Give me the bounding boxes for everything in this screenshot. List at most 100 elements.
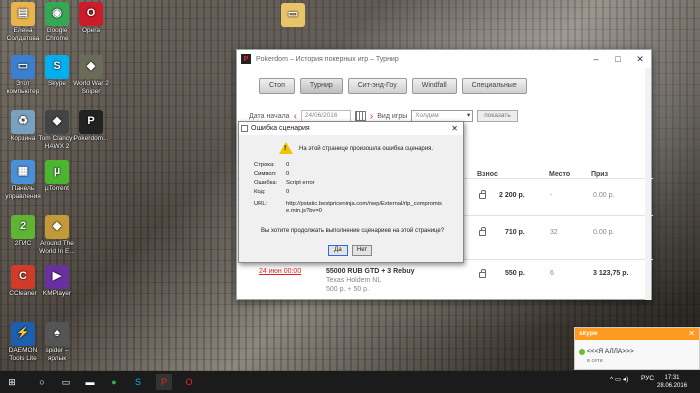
- tab-stop[interactable]: Стоп: [259, 78, 295, 94]
- error-message: На этой странице произошла ошибка сценар…: [299, 146, 434, 152]
- desktop-shortcut[interactable]: ♠ spider – ярлык: [34, 322, 80, 362]
- tab-special[interactable]: Специальные: [461, 78, 527, 94]
- desktop-shortcut[interactable]: P Pokerdom...: [68, 110, 114, 143]
- shortcut-label: Pokerdom...: [73, 135, 109, 142]
- start-date-label: Дата начала: [249, 112, 290, 120]
- clock[interactable]: 17:31 28.06.2016: [657, 374, 687, 390]
- dialog-close-icon[interactable]: ✕: [451, 122, 458, 135]
- windows-start-icon[interactable]: ⊞: [4, 374, 20, 390]
- desktop-shortcut[interactable]: ◆ World War 2 Sniper: [68, 55, 114, 95]
- window-titlebar: P Pokerdom – История покерных игр – Турн…: [237, 50, 651, 68]
- continue-question: Вы хотите продолжать выполнение сценарие…: [261, 228, 445, 234]
- column-prize[interactable]: Приз: [591, 171, 608, 178]
- chrome-taskbar-icon[interactable]: ●: [106, 374, 122, 390]
- clock-time: 17:31: [664, 375, 680, 381]
- desktop-shortcut[interactable]: O Opera: [68, 2, 114, 35]
- desktop-shortcut[interactable]: µ µTorrent: [34, 160, 80, 193]
- prev-date-icon[interactable]: ‹: [294, 111, 297, 122]
- shortcut-label: World War 2: [73, 80, 109, 87]
- next-date-icon[interactable]: ›: [370, 111, 373, 122]
- calendar-icon[interactable]: [354, 111, 366, 121]
- task-view-icon[interactable]: ▭: [58, 374, 74, 390]
- dialog-window-icon: [241, 125, 248, 132]
- folder-icon[interactable]: ▭: [270, 3, 316, 28]
- buyin-cell: 710 р.: [505, 229, 525, 236]
- row-date-link[interactable]: 24 июн 00:00: [259, 268, 301, 275]
- warning-mark: !: [284, 145, 287, 152]
- maximize-icon[interactable]: □: [607, 54, 629, 64]
- script-error-dialog: Ошибка сценария ✕ ! На этой странице про…: [238, 121, 464, 263]
- vertical-scrollbar[interactable]: [645, 68, 651, 300]
- lock-icon: [479, 227, 486, 236]
- buyin-cell: 2 200 р.: [499, 192, 525, 199]
- error-field-char: Символ: 0: [254, 171, 290, 177]
- place-cell: -: [550, 192, 553, 199]
- tab-tournament[interactable]: Турнир: [299, 78, 343, 94]
- search-icon[interactable]: ○: [34, 374, 50, 390]
- prize-cell: 3 123,75 р.: [593, 270, 629, 277]
- contact-name: <<<Я АЛЛА>>>: [587, 348, 634, 355]
- shortcut-label-line2: управления: [5, 192, 41, 200]
- table-row[interactable]: 24 июн 00:00 55000 RUB GTD + 3 Rebuy Tex…: [237, 259, 653, 293]
- opera-icon: O: [79, 2, 103, 26]
- error-field-url-label: URL:: [254, 201, 268, 207]
- recycle-bin-icon: ♻: [11, 110, 35, 134]
- skype-notification[interactable]: skype ✕ <<<Я АЛЛА>>> в сети: [574, 327, 700, 370]
- skype-taskbar-icon[interactable]: S: [130, 374, 146, 390]
- user-folder-icon: ▤: [11, 2, 35, 26]
- shortcut-label-line2: ярлык: [47, 354, 67, 362]
- tab-sit-and-go[interactable]: Сит-энд-Гоу: [347, 78, 407, 94]
- column-buyin[interactable]: Взнос: [477, 171, 498, 178]
- error-field-error: Ошибка: Script error: [254, 180, 315, 186]
- game-icon: ◆: [79, 55, 103, 79]
- column-place[interactable]: Место: [549, 171, 570, 178]
- notification-close-icon[interactable]: ✕: [688, 328, 695, 340]
- yes-button[interactable]: Да: [328, 245, 348, 256]
- shortcut-label: Opera: [81, 27, 101, 34]
- minimize-icon[interactable]: –: [585, 54, 607, 64]
- tray-icons[interactable]: ^ ▭ ◂): [610, 375, 628, 383]
- folder-glyph-icon: ▭: [281, 3, 305, 27]
- shortcut-label: spider –: [45, 347, 69, 354]
- dialog-titlebar: Ошибка сценария ✕: [239, 122, 463, 135]
- chrome-icon: ◉: [45, 2, 69, 26]
- clock-date: 28.06.2016: [657, 383, 688, 389]
- shortcut-label-line2: компьютер: [6, 87, 40, 95]
- show-button[interactable]: показать: [477, 110, 518, 122]
- desktop-shortcut[interactable]: ▶ KMPlayer: [34, 265, 80, 298]
- buyin-cell: 550 р.: [505, 270, 525, 277]
- 2gis-icon: 2: [11, 215, 35, 239]
- game-variant: Texas Holdem NL: [326, 277, 382, 284]
- game-type-tabs: Стоп Турнир Сит-энд-Гоу Windfall Специал…: [259, 78, 527, 94]
- close-icon[interactable]: ✕: [629, 54, 651, 65]
- contact-status: в сети: [587, 358, 603, 364]
- game-icon: ◆: [45, 110, 69, 134]
- tournament-name: 55000 RUB GTD + 3 Rebuy: [326, 268, 415, 275]
- language-indicator[interactable]: РУС: [641, 375, 654, 382]
- computer-icon: ▭: [11, 55, 35, 79]
- utorrent-icon: µ: [45, 160, 69, 184]
- stake: 500 р. + 50 р.: [326, 286, 370, 293]
- opera-taskbar-icon[interactable]: O: [181, 374, 197, 390]
- shortcut-label: Around The: [40, 240, 74, 247]
- explorer-icon[interactable]: ▬: [82, 374, 98, 390]
- skype-icon: S: [45, 55, 69, 79]
- lock-icon: [479, 190, 486, 199]
- error-url: http://pstatic.bestpriceninja.com/nwp/Ex…: [286, 201, 442, 214]
- tab-windfall[interactable]: Windfall: [411, 78, 457, 94]
- shortcut-label-line2: Sniper: [81, 87, 101, 95]
- prize-cell: 0.00 р.: [593, 229, 615, 236]
- error-field-code: Код: 0: [254, 189, 290, 195]
- pokerdom-taskbar-icon[interactable]: P: [156, 374, 172, 390]
- skype-brand: skype: [575, 328, 699, 340]
- no-button[interactable]: Нет: [352, 245, 372, 256]
- game-icon: ◆: [45, 215, 69, 239]
- spider-solitaire-icon: ♠: [45, 322, 69, 346]
- desktop-shortcut[interactable]: ◆ Around The World In E...: [34, 215, 80, 255]
- taskbar: ⊞ ○ ▭ ▬ ● S P O ^ ▭ ◂) РУС 17:31 28.06.2…: [0, 371, 700, 393]
- online-status-icon: [579, 349, 585, 355]
- shortcut-label: µTorrent: [45, 185, 69, 192]
- ccleaner-icon: C: [11, 265, 35, 289]
- pokerdom-logo-icon: P: [241, 54, 251, 64]
- error-field-line: Строка: 0: [254, 162, 290, 168]
